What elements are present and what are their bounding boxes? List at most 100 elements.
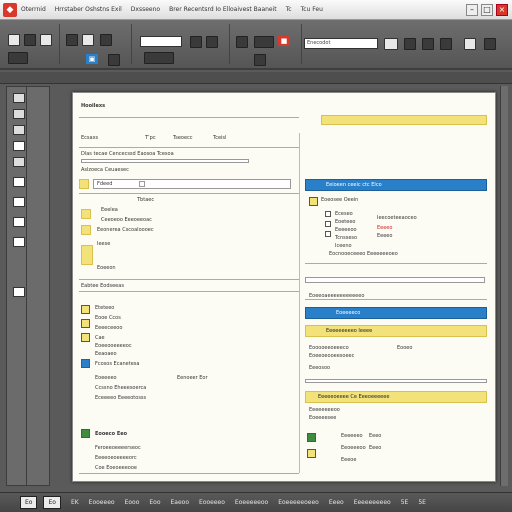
save-icon[interactable] xyxy=(40,34,52,46)
divider xyxy=(79,279,299,280)
file-icon xyxy=(81,305,90,314)
list-item: Eeonerea Cscoaloooec xyxy=(97,227,154,233)
input-bar[interactable] xyxy=(305,379,487,383)
menu-item[interactable]: Tc xyxy=(286,6,292,13)
bold-icon[interactable] xyxy=(190,36,202,48)
divider xyxy=(79,117,299,118)
view-button[interactable]: Eo xyxy=(43,496,61,509)
field-button[interactable] xyxy=(139,181,145,187)
panel-right: Eeeeo xyxy=(377,225,393,231)
left-header: Hooilexs xyxy=(81,103,106,109)
zoom-icon[interactable] xyxy=(404,38,416,50)
status-item: Eaeoo xyxy=(170,499,190,506)
style-field[interactable]: Enecodot xyxy=(304,38,378,49)
status-item: Eoeeeeeoeeo xyxy=(278,499,319,506)
shape-icon[interactable]: ■ xyxy=(278,36,290,46)
status-bar: Eo Eo EK Eooeeeo Eooo Eoo Eaeoo Eooeeeo … xyxy=(0,492,512,512)
vertical-scrollbar[interactable] xyxy=(500,86,508,486)
cut-icon[interactable] xyxy=(8,52,28,64)
image-icon[interactable]: ▣ xyxy=(86,54,98,64)
list-item: Ceeoeoo Eeeoeeoac xyxy=(101,217,152,223)
outline-icon[interactable] xyxy=(13,109,25,119)
search-icon[interactable] xyxy=(13,157,25,167)
section-a-field[interactable] xyxy=(93,179,291,189)
panel-item: Eoeteeo xyxy=(335,219,356,225)
history-icon[interactable] xyxy=(13,287,25,297)
symbol-icon[interactable] xyxy=(254,54,266,66)
menu-item[interactable]: Hrrstaber Oshstns Exil xyxy=(55,6,122,13)
table-icon[interactable] xyxy=(108,54,120,66)
align-icon[interactable] xyxy=(144,52,174,64)
open-icon[interactable] xyxy=(24,34,36,46)
panel-right: Ieecoeteeaoceo xyxy=(377,215,417,221)
new-doc-icon[interactable] xyxy=(8,34,20,46)
status-item: Eoo xyxy=(149,499,161,506)
menu-item[interactable]: Tcu Feu xyxy=(301,6,323,13)
chart-icon[interactable] xyxy=(254,36,274,48)
zoom-readout: 5E xyxy=(400,499,409,506)
checkbox[interactable] xyxy=(325,221,331,227)
thumbnail-icon[interactable] xyxy=(13,141,25,151)
checkbox[interactable] xyxy=(325,211,331,217)
panel-icon xyxy=(309,197,318,206)
panel-item: Iceeno xyxy=(335,243,352,249)
menu-bar: Oterrnid Hrrstaber Oshstns Exil Dxsseeno… xyxy=(21,6,323,13)
panel-item: Eeeeeeo xyxy=(341,433,363,439)
list-item: Eoeeooeeeeoc xyxy=(95,343,132,349)
status-item: Eeeeeeeeeo xyxy=(353,499,391,506)
panel-header: Eoeeeeco xyxy=(305,307,487,319)
list-item: Eteteeo xyxy=(95,305,115,311)
list-item: Eeaoaeo xyxy=(95,351,117,357)
checkbox[interactable] xyxy=(325,231,331,237)
close-button[interactable]: × xyxy=(496,3,508,16)
print-icon[interactable] xyxy=(100,34,112,46)
menu-item[interactable]: Dxsseeno xyxy=(131,6,160,13)
panel-title: Eoeosee Oeein xyxy=(321,197,359,203)
panel-divider xyxy=(26,86,27,486)
input-bar[interactable] xyxy=(305,277,485,283)
italic-icon[interactable] xyxy=(206,36,218,48)
app-icon[interactable]: ◆ xyxy=(3,2,17,17)
highlight-row[interactable]: Eeeeeoeeee Ce Eeeoeeeeee xyxy=(305,391,487,403)
ribbon-toolbar: ▣ ■ Enecodot xyxy=(0,20,512,70)
list-item: Cae xyxy=(95,335,105,341)
navigation-panel xyxy=(6,86,50,486)
ribbon-sub-strip xyxy=(0,72,512,84)
row-text: Eooooeeoeeeco xyxy=(309,345,349,351)
layers-icon[interactable] xyxy=(13,217,25,227)
paste-icon[interactable] xyxy=(82,34,94,46)
attachment-icon[interactable] xyxy=(13,197,25,207)
status-item: Eooeeeo xyxy=(88,499,115,506)
view-icon[interactable] xyxy=(384,38,398,50)
bookmark-icon[interactable] xyxy=(13,177,25,187)
panel-right: Eeeeo xyxy=(377,233,393,239)
copy-icon[interactable] xyxy=(66,34,78,46)
title-bar: ◆ Oterrnid Hrrstaber Oshstns Exil Dxssee… xyxy=(0,0,512,20)
font-field[interactable] xyxy=(140,36,182,47)
view-button[interactable]: Eo xyxy=(20,496,38,509)
list-item: Eeeeoeoeeeeorc xyxy=(95,455,137,461)
layout-icon[interactable] xyxy=(440,38,452,50)
tags-icon[interactable] xyxy=(13,237,25,247)
link-icon[interactable] xyxy=(236,36,248,48)
row-text: Dlas tecae Cencecssd Eaosoa Tcesoa xyxy=(81,151,174,157)
maximize-button[interactable]: □ xyxy=(481,3,493,16)
more-icon[interactable] xyxy=(484,38,496,50)
divider xyxy=(305,299,487,300)
menu-item[interactable]: Brer Recentsrd Io Elloaivest Baaneit xyxy=(169,6,277,13)
help-icon[interactable] xyxy=(464,38,476,50)
section-c-right: Eenoeer Eor xyxy=(177,375,208,381)
section-d-title: Eooeco Eeo xyxy=(95,431,128,437)
minimize-button[interactable]: – xyxy=(466,3,478,16)
row-text: Eoeeoeooeesoeec xyxy=(309,353,355,359)
list-item: Feroeeoeeeerseoc xyxy=(95,445,141,451)
menu-item[interactable]: Oterrnid xyxy=(21,6,46,13)
pages-icon[interactable] xyxy=(13,93,25,103)
status-item: Eooo xyxy=(124,499,140,506)
file-icon xyxy=(81,319,90,328)
highlight-row[interactable]: Eeeeeeeeeo Ieeee xyxy=(305,325,487,337)
settings-icon[interactable] xyxy=(422,38,434,50)
section-a-title: Fdeed xyxy=(97,181,113,187)
row-text: Eoeeeesee xyxy=(309,415,337,421)
comments-icon[interactable] xyxy=(13,125,25,135)
